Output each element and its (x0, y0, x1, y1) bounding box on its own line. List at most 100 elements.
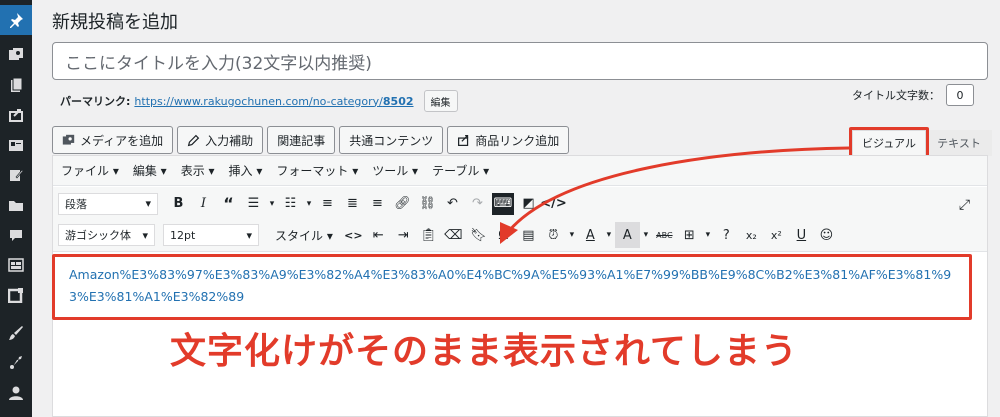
media-buttons: メディアを追加 入力補助 関連記事 共通コンテンツ 商品リンク追加 (52, 126, 570, 154)
numbered-list-icon[interactable]: ☷ (278, 191, 303, 217)
permalink-slug: 8502 (382, 94, 414, 108)
widget-icon[interactable]: ◩ (516, 191, 541, 217)
permalink-row: パーマリンク: https://www.rakugochunen.com/no-… (60, 90, 458, 112)
title-count: タイトル文字数： 0 (852, 84, 974, 106)
menu-edit[interactable]: 編集 ▾ (133, 162, 167, 179)
background-color-icon[interactable]: A (614, 222, 640, 248)
user-icon[interactable] (0, 378, 32, 408)
chevron-down-icon: ▾ (142, 228, 148, 242)
outdent-icon[interactable]: ⇤ (366, 222, 391, 248)
title-placeholder: ここにタイトルを入力(32文字以内推奨) (65, 53, 372, 74)
eraser-icon[interactable]: ⌫ (441, 222, 466, 248)
align-left-icon[interactable]: ≡ (315, 191, 340, 217)
menu-file[interactable]: ファイル ▾ (61, 162, 119, 179)
permalink-label: パーマリンク: (60, 95, 131, 108)
table-icon[interactable]: ⊞ (677, 222, 702, 248)
clock-icon[interactable]: ⏰︎ (541, 222, 566, 248)
media-icon[interactable] (0, 40, 32, 70)
fullscreen-icon[interactable]: ⤢ (952, 192, 977, 218)
superscript-icon[interactable]: x² (764, 222, 789, 248)
widget-icon[interactable] (0, 280, 32, 310)
align-right-icon[interactable]: ≡ (365, 191, 390, 217)
italic-icon[interactable]: I (191, 191, 216, 217)
font-size-value: 12pt (170, 228, 196, 242)
menu-table[interactable]: テーブル ▾ (432, 162, 489, 179)
code-icon[interactable]: </> (540, 191, 567, 217)
font-family-select[interactable]: 游ゴシック体 ▾ (58, 224, 155, 246)
menu-format[interactable]: フォーマット ▾ (276, 162, 358, 179)
folder-icon[interactable] (0, 190, 32, 220)
subscript-icon[interactable]: x₂ (739, 222, 764, 248)
menu-view[interactable]: 表示 ▾ (181, 162, 215, 179)
chevron-down-icon[interactable]: ▾ (640, 222, 652, 248)
paragraph-select[interactable]: 段落 ▾ (58, 192, 158, 215)
emoji-icon[interactable]: ☺ (814, 222, 839, 248)
title-count-label: タイトル文字数： (852, 89, 940, 102)
editor-content[interactable]: Amazon%E3%83%97%E3%83%A9%E3%82%A4%E3%83%… (52, 254, 972, 320)
common-content-button[interactable]: 共通コンテンツ (339, 126, 444, 154)
related-posts-button[interactable]: 関連記事 (267, 126, 336, 154)
chevron-down-icon: ▾ (145, 197, 151, 210)
common-content-label: 共通コンテンツ (349, 133, 434, 148)
align-center-icon[interactable]: ≣ (340, 191, 365, 217)
input-assist-label: 入力補助 (205, 133, 254, 148)
tools-icon[interactable] (0, 348, 32, 378)
strikethrough-icon[interactable]: ABC (652, 222, 677, 248)
bookmark-icon[interactable]: 🔖︎ (466, 222, 491, 248)
share-icon (458, 134, 469, 146)
paste-icon[interactable]: 📋︎ (416, 222, 441, 248)
hr-icon[interactable]: ▤ (516, 222, 541, 248)
media-icon (62, 134, 75, 145)
card-icon[interactable] (0, 130, 32, 160)
permalink-edit-button[interactable]: 編集 (423, 90, 458, 112)
brush-icon[interactable] (0, 318, 32, 348)
omega-icon[interactable]: Ω (491, 222, 516, 248)
input-assist-button[interactable]: 入力補助 (177, 126, 264, 154)
layout-icon[interactable] (0, 250, 32, 280)
bold-icon[interactable]: B (166, 191, 191, 217)
product-link-button[interactable]: 商品リンク追加 (447, 126, 570, 154)
tab-text[interactable]: テキスト (926, 130, 992, 156)
menu-insert[interactable]: 挿入 ▾ (229, 162, 263, 179)
edit-icon[interactable] (0, 160, 32, 190)
undo-icon[interactable]: ↶ (440, 191, 465, 217)
product-link-label: 商品リンク追加 (475, 133, 560, 148)
title-input[interactable]: ここにタイトルを入力(32文字以内推奨) (52, 42, 988, 80)
chevron-down-icon[interactable]: ▾ (266, 191, 278, 217)
posts-pin-icon[interactable] (0, 5, 32, 35)
share-icon[interactable] (0, 100, 32, 130)
title-count-value: 0 (946, 84, 974, 106)
style-dropdown[interactable]: スタイル ▾ (267, 227, 341, 244)
garbled-link-text[interactable]: Amazon%E3%83%97%E3%83%A9%E3%82%A4%E3%83%… (69, 267, 951, 304)
editor-menubar: ファイル ▾ 編集 ▾ 表示 ▾ 挿入 ▾ フォーマット ▾ ツール ▾ テーブ… (53, 156, 987, 186)
pages-icon[interactable] (0, 70, 32, 100)
chevron-down-icon[interactable]: ▾ (566, 222, 578, 248)
page-title: 新規投稿を追加 (52, 12, 178, 33)
chevron-down-icon: ▾ (246, 228, 252, 242)
font-size-select[interactable]: 12pt ▾ (163, 224, 259, 246)
blockquote-icon[interactable]: “ (216, 191, 241, 217)
style-label: スタイル (275, 228, 324, 243)
unlink-icon[interactable]: ⛓︎ (415, 191, 440, 217)
toolbar-row-1: 段落 ▾ B I “ ☰ ▾ ☷ ▾ ≡ ≣ ≡ 🔗︎ ⛓︎ ↶ ↷ ⌨ ◩ </… (53, 187, 987, 220)
comment-icon[interactable] (0, 220, 32, 250)
bullet-list-icon[interactable]: ☰ (241, 191, 266, 217)
annotation-caption: 文字化けがそのまま表示されてしまう (170, 331, 798, 372)
pencil-icon (187, 134, 200, 146)
related-posts-label: 関連記事 (277, 133, 326, 148)
chevron-down-icon[interactable]: ▾ (702, 222, 714, 248)
help-icon[interactable]: ? (714, 222, 739, 248)
permalink-link[interactable]: https://www.rakugochunen.com/no-category… (134, 95, 413, 108)
redo-icon[interactable]: ↷ (465, 191, 490, 217)
menu-tools[interactable]: ツール ▾ (372, 162, 418, 179)
keyboard-icon[interactable]: ⌨ (492, 192, 514, 215)
underline-icon[interactable]: U (789, 222, 814, 248)
chevron-down-icon[interactable]: ▾ (303, 191, 315, 217)
link-icon[interactable]: 🔗︎ (390, 191, 415, 217)
add-media-button[interactable]: メディアを追加 (52, 126, 174, 154)
chevron-down-icon[interactable]: ▾ (603, 222, 615, 248)
inline-code-icon[interactable]: <> (341, 222, 366, 248)
font-family-value: 游ゴシック体 (65, 229, 131, 242)
text-color-icon[interactable]: A (578, 222, 603, 248)
indent-icon[interactable]: ⇥ (391, 222, 416, 248)
